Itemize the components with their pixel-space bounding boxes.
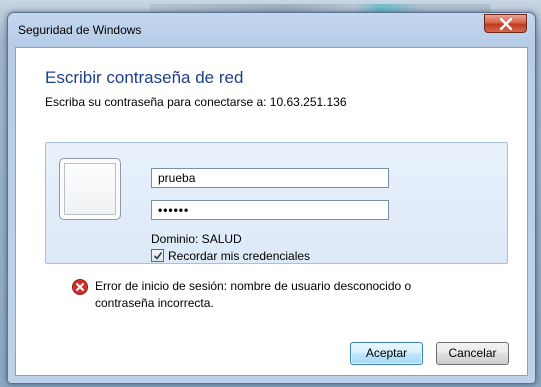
user-tile-icon: [59, 158, 121, 220]
remember-credentials-option[interactable]: Recordar mis credenciales: [151, 249, 310, 263]
domain-label: Dominio: SALUD: [151, 232, 242, 246]
close-icon: [499, 18, 513, 30]
error-text: Error de inicio de sesión: nombre de usu…: [95, 278, 495, 312]
password-field[interactable]: ••••••: [151, 200, 389, 220]
dialog-heading: Escribir contraseña de red: [45, 68, 244, 87]
checkmark-icon: [153, 252, 163, 260]
cancel-button[interactable]: Cancelar: [436, 342, 509, 365]
dialog-subheading: Escriba su contraseña para conectarse a:…: [45, 95, 347, 109]
dialog-body: Escribir contraseña de red Escriba su co…: [15, 47, 528, 376]
remember-label: Recordar mis credenciales: [168, 249, 311, 263]
username-field[interactable]: prueba: [151, 168, 389, 188]
error-x-icon: [72, 279, 88, 295]
error-line-1: Error de inicio de sesión: nombre de usu…: [95, 279, 412, 293]
security-dialog: Seguridad de Windows Escribir contraseña…: [7, 12, 536, 384]
title-bar[interactable]: Seguridad de Windows: [8, 13, 535, 47]
close-button[interactable]: [484, 14, 527, 33]
ok-button[interactable]: Aceptar: [350, 342, 423, 365]
window-title: Seguridad de Windows: [18, 23, 142, 37]
remember-checkbox[interactable]: [151, 249, 164, 262]
credential-panel[interactable]: prueba •••••• Dominio: SALUD Recordar mi…: [45, 142, 508, 264]
error-line-2: contraseña incorrecta.: [95, 296, 214, 310]
